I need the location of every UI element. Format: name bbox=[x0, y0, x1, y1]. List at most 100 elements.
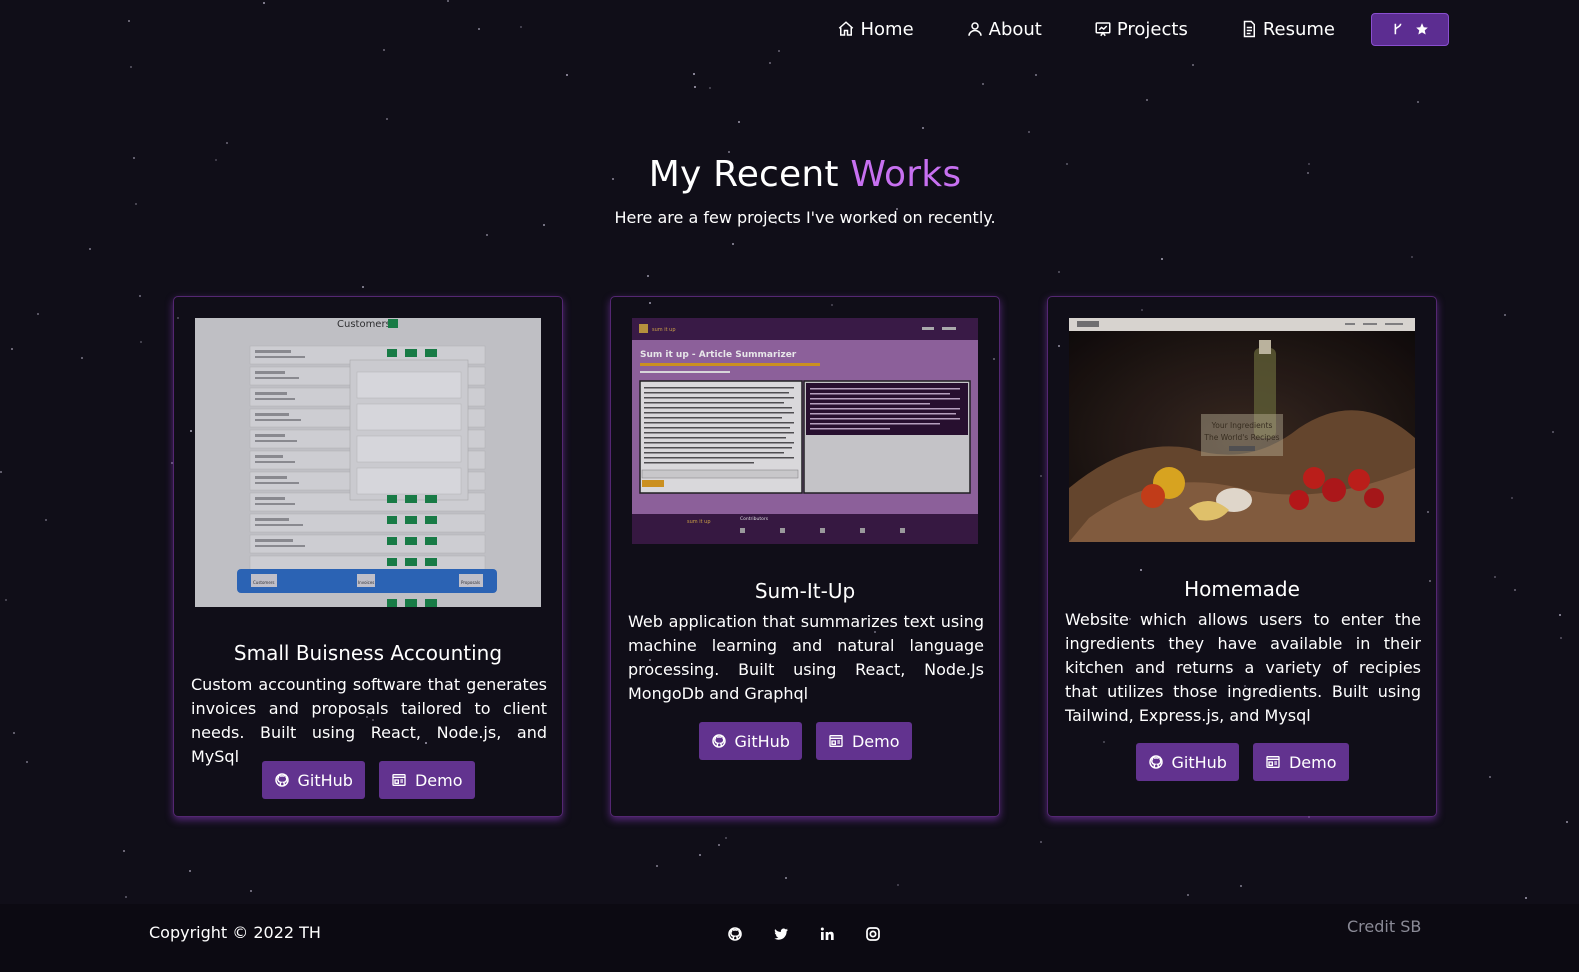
github-icon bbox=[274, 772, 290, 788]
star-dot bbox=[1489, 776, 1491, 778]
star-dot bbox=[447, 0, 449, 2]
star-dot bbox=[383, 49, 385, 51]
twitter-icon[interactable] bbox=[773, 926, 789, 942]
star-dot bbox=[37, 313, 39, 315]
star-dot bbox=[486, 234, 488, 236]
star-dot bbox=[189, 870, 191, 872]
star-dot bbox=[1028, 131, 1030, 133]
star-dot bbox=[128, 20, 130, 22]
demo-button[interactable]: Demo bbox=[815, 722, 912, 760]
github-button[interactable]: GitHub bbox=[261, 761, 365, 799]
star-dot bbox=[130, 66, 132, 68]
star-icon bbox=[1415, 22, 1429, 36]
star-dot bbox=[647, 275, 649, 277]
github-button-label: GitHub bbox=[734, 731, 790, 751]
star-dot bbox=[1511, 497, 1513, 499]
project-title: Sum-It-Up bbox=[754, 579, 856, 603]
social-links bbox=[727, 926, 881, 942]
star-dot bbox=[1058, 271, 1060, 273]
star-dot bbox=[728, 151, 730, 153]
star-dot bbox=[123, 850, 125, 852]
copyright-text: Copyright © 2022 TH bbox=[149, 923, 321, 942]
github-icon bbox=[1148, 754, 1164, 770]
star-dot bbox=[1552, 431, 1554, 433]
project-actions: GitHub Demo bbox=[1048, 743, 1436, 781]
star-dot bbox=[140, 341, 142, 343]
project-screenshot: Your Ingredients The World's Recipes bbox=[1069, 318, 1415, 542]
star-dot bbox=[718, 844, 720, 846]
browser-icon bbox=[1265, 754, 1281, 770]
demo-button-label: Demo bbox=[851, 731, 900, 751]
star-dot bbox=[694, 86, 696, 88]
star-dot bbox=[566, 74, 568, 76]
star-dot bbox=[226, 142, 228, 144]
star-dot bbox=[732, 243, 734, 245]
star-dot bbox=[738, 121, 740, 123]
star-dot bbox=[1240, 885, 1242, 887]
demo-button[interactable]: Demo bbox=[378, 761, 475, 799]
star-dot bbox=[5, 599, 7, 601]
demo-button-label: Demo bbox=[414, 770, 463, 790]
star-dot bbox=[362, 286, 364, 288]
star-dot bbox=[897, 884, 899, 886]
browser-icon bbox=[828, 733, 844, 749]
star-dot bbox=[1504, 314, 1506, 316]
nav-resume[interactable]: Resume bbox=[1240, 19, 1335, 40]
star-dot bbox=[1040, 841, 1042, 843]
nav-projects[interactable]: Projects bbox=[1094, 19, 1188, 40]
project-screenshot: sum it up Sum it up - Article Summarizer bbox=[632, 318, 978, 544]
instagram-icon[interactable] bbox=[865, 926, 881, 942]
nav-projects-label: Projects bbox=[1116, 18, 1188, 40]
github-fork-star-button[interactable] bbox=[1371, 12, 1449, 46]
nav-home-label: Home bbox=[860, 18, 914, 40]
nav-about[interactable]: About bbox=[966, 19, 1042, 40]
star-dot bbox=[81, 357, 83, 359]
project-card: Your Ingredients The World's Recipes Hom… bbox=[1047, 296, 1437, 817]
star-dot bbox=[26, 761, 28, 763]
star-dot bbox=[135, 203, 137, 205]
star-dot bbox=[263, 2, 265, 4]
star-dot bbox=[1411, 256, 1413, 258]
github-icon[interactable] bbox=[727, 926, 743, 942]
demo-button[interactable]: Demo bbox=[1252, 743, 1349, 781]
star-dot bbox=[1146, 99, 1148, 101]
star-dot bbox=[250, 890, 252, 892]
star-dot bbox=[1566, 821, 1568, 823]
star-dot bbox=[725, 837, 727, 839]
nav-home[interactable]: Home bbox=[837, 18, 914, 40]
nav-resume-label: Resume bbox=[1262, 18, 1335, 40]
page-title: My Recent Works bbox=[0, 154, 1579, 195]
star-dot bbox=[785, 877, 787, 879]
star-dot bbox=[1559, 614, 1561, 616]
project-card: Customers bbox=[173, 296, 563, 817]
linkedin-icon[interactable] bbox=[819, 926, 835, 942]
star-dot bbox=[982, 83, 984, 85]
title-accent: Works bbox=[850, 154, 962, 195]
star-dot bbox=[386, 118, 388, 120]
star-dot bbox=[1514, 589, 1516, 591]
project-title: Small Buisness Accounting bbox=[233, 641, 503, 665]
demo-button-label: Demo bbox=[1288, 752, 1337, 772]
star-dot bbox=[125, 896, 127, 898]
star-dot bbox=[1192, 64, 1194, 66]
star-dot bbox=[1494, 576, 1496, 578]
star-dot bbox=[139, 295, 141, 297]
project-screenshot: Customers bbox=[195, 318, 541, 607]
star-dot bbox=[89, 248, 91, 250]
star-dot bbox=[1035, 74, 1037, 76]
star-dot bbox=[693, 73, 695, 75]
page-subtitle: Here are a few projects I've worked on r… bbox=[614, 208, 996, 227]
star-dot bbox=[478, 28, 480, 30]
github-button-label: GitHub bbox=[1171, 752, 1227, 772]
project-title: Homemade bbox=[1184, 577, 1300, 601]
star-dot bbox=[1417, 101, 1419, 103]
github-button[interactable]: GitHub bbox=[698, 722, 802, 760]
project-card: sum it up Sum it up - Article Summarizer bbox=[610, 296, 1000, 817]
project-description: Website which allows users to enter the … bbox=[1065, 610, 1421, 725]
star-dot bbox=[769, 62, 771, 64]
github-icon bbox=[711, 733, 727, 749]
star-dot bbox=[1161, 258, 1163, 260]
github-button-label: GitHub bbox=[297, 770, 353, 790]
home-icon bbox=[837, 20, 855, 38]
github-button[interactable]: GitHub bbox=[1135, 743, 1239, 781]
